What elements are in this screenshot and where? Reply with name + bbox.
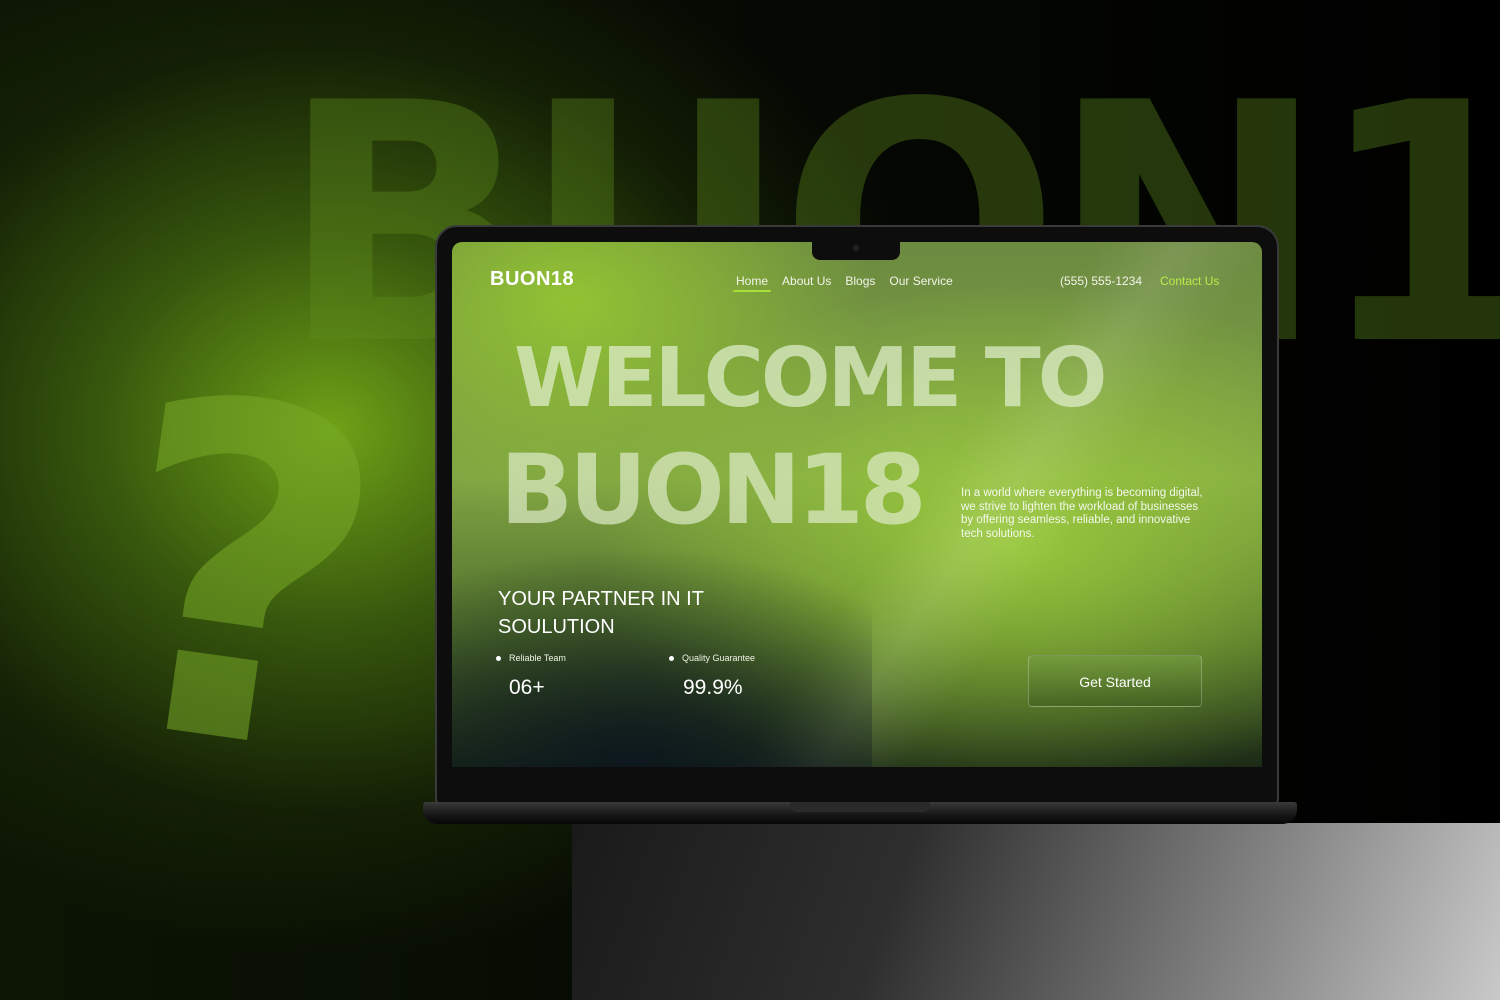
nav-about-us[interactable]: About Us	[782, 274, 831, 292]
hero-headline-line-2: BUON18	[500, 434, 927, 546]
hero-tagline: YOUR PARTNER IN IT SOULUTION	[498, 588, 704, 638]
camera-icon	[853, 245, 859, 251]
camera-notch	[812, 242, 900, 260]
stat-label-text: Quality Guarantee	[682, 653, 756, 663]
laptop-base-notch	[790, 802, 930, 812]
nav-our-service[interactable]: Our Service	[889, 274, 952, 292]
laptop-screen: BUON18 Home About Us Blogs Our Service (…	[452, 242, 1262, 767]
stat-value-quality-guarantee: 99.9%	[683, 676, 743, 699]
site-logo[interactable]: BUON18	[490, 268, 574, 291]
nav-home[interactable]: Home	[732, 274, 772, 292]
stat-label-quality-guarantee: Quality Guarantee	[669, 653, 755, 663]
stat-value-reliable-team: 06+	[509, 676, 545, 699]
phone-number: (555) 555-1234	[1060, 274, 1143, 288]
stat-label-reliable-team: Reliable Team	[496, 653, 566, 663]
bullet-dot-icon	[496, 655, 501, 661]
main-nav: Home About Us Blogs Our Service	[732, 274, 953, 292]
stat-label-text: Reliable Team	[509, 653, 566, 663]
hero-intro-text: In a world where everything is becoming …	[961, 487, 1203, 540]
nav-blogs[interactable]: Blogs	[845, 274, 875, 292]
pedestal	[572, 823, 1500, 1000]
screen-shadow	[452, 527, 872, 767]
bullet-dot-icon	[669, 655, 674, 661]
contact-us-link[interactable]: Contact Us	[1160, 274, 1219, 288]
get-started-button[interactable]: Get Started	[1028, 655, 1202, 707]
hero-headline-line-1: WELCOME TO	[514, 331, 1107, 426]
